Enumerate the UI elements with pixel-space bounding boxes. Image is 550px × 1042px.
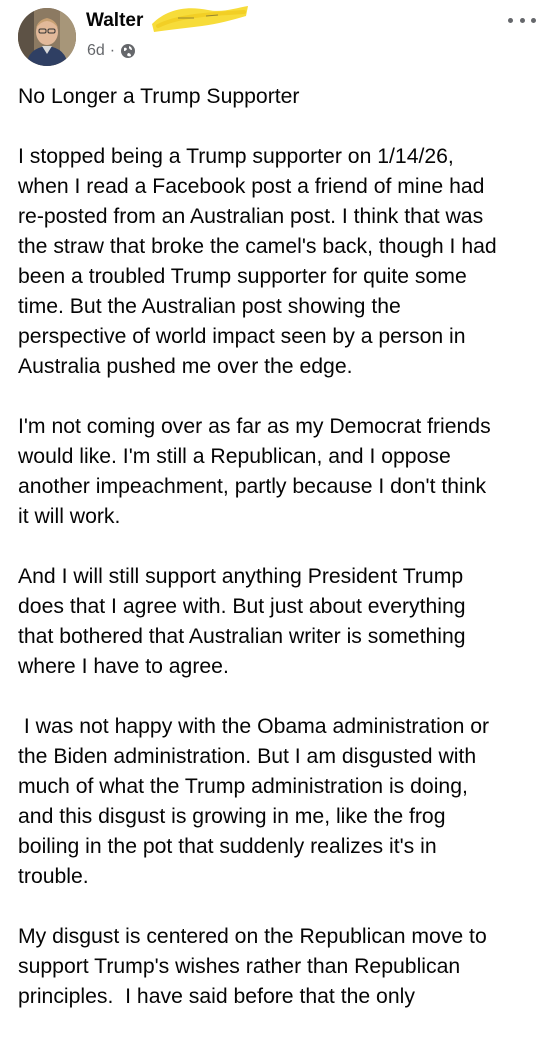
more-options-icon-dot: [531, 17, 536, 23]
more-options-button[interactable]: [508, 10, 536, 30]
post-paragraph-2: I'm not coming over as far as my Democra…: [18, 415, 491, 528]
post-paragraph-5: My disgust is centered on the Republican…: [18, 925, 487, 1008]
post-body: No Longer a Trump Supporter I stopped be…: [18, 82, 538, 1042]
avatar-image: [18, 8, 76, 66]
post-title: No Longer a Trump Supporter: [18, 85, 300, 108]
post-time[interactable]: 6d: [87, 42, 105, 60]
more-options-icon-dot: [519, 17, 525, 23]
globe-icon: [121, 44, 136, 58]
post-paragraph-3: And I will still support anything Presid…: [18, 565, 466, 678]
post-paragraph-4: I was not happy with the Obama administr…: [18, 715, 490, 888]
more-options-icon-dot: [508, 17, 513, 23]
meta-separator: ·: [109, 42, 116, 59]
author-name[interactable]: Walter: [86, 10, 143, 32]
post-header: Walter 6d ·: [0, 0, 550, 76]
post-meta: 6d ·: [87, 42, 136, 60]
post-paragraph-1: I stopped being a Trump supporter on 1/1…: [18, 145, 497, 378]
redaction-scribble: [152, 6, 248, 32]
avatar[interactable]: [18, 8, 76, 66]
